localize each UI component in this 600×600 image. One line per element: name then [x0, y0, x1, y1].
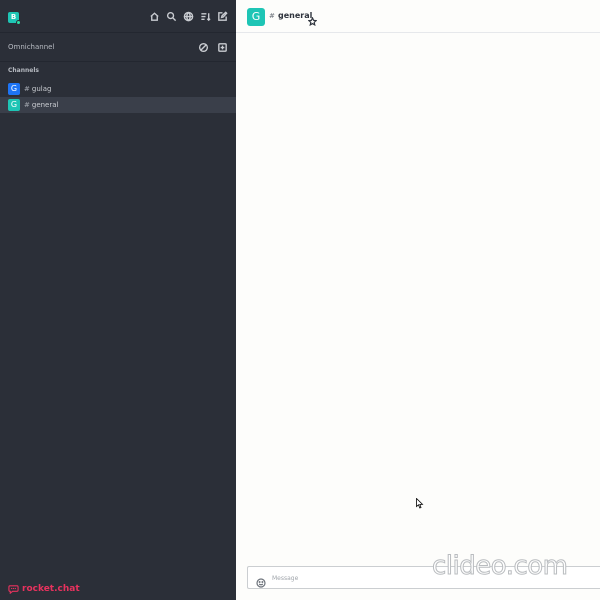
omnichannel-label: Omnichannel — [8, 43, 55, 51]
search-icon[interactable] — [166, 11, 177, 22]
create-new-icon[interactable] — [217, 11, 228, 22]
sidebar-item-label: general — [31, 101, 59, 109]
omnichannel-queue-icon[interactable] — [217, 42, 228, 53]
sidebar: B Omnichannel Channels G # gulag G # gen… — [0, 0, 236, 600]
sort-icon[interactable] — [200, 11, 211, 22]
room-avatar: G — [8, 83, 20, 95]
omnichannel-section: Omnichannel — [0, 33, 236, 62]
sidebar-item-label: gulag — [31, 85, 52, 93]
channels-section-title: Channels — [8, 67, 39, 74]
room-avatar[interactable]: G — [247, 8, 265, 26]
star-icon[interactable] — [307, 11, 318, 30]
user-status-indicator — [16, 20, 21, 25]
sidebar-item-general[interactable]: G # general — [0, 97, 236, 113]
room-header: G # general — [236, 0, 600, 33]
omnichannel-status-icon[interactable] — [198, 42, 209, 53]
rocketchat-logo-text: rocket.chat — [22, 584, 80, 594]
rocketchat-logo-icon — [8, 585, 19, 594]
channel-hash-icon: # — [269, 12, 275, 20]
home-icon[interactable] — [149, 11, 160, 22]
watermark: clideo.com — [432, 551, 569, 582]
rocketchat-logo: rocket.chat — [8, 584, 80, 594]
channel-hash-icon: # — [24, 85, 30, 93]
sidebar-header: B — [0, 0, 236, 33]
room-avatar: G — [8, 99, 20, 111]
sidebar-item-gulag[interactable]: G # gulag — [0, 81, 236, 97]
mouse-cursor-icon — [416, 494, 424, 513]
directory-icon[interactable] — [183, 11, 194, 22]
emoji-icon[interactable] — [256, 573, 266, 592]
channel-hash-icon: # — [24, 101, 30, 109]
